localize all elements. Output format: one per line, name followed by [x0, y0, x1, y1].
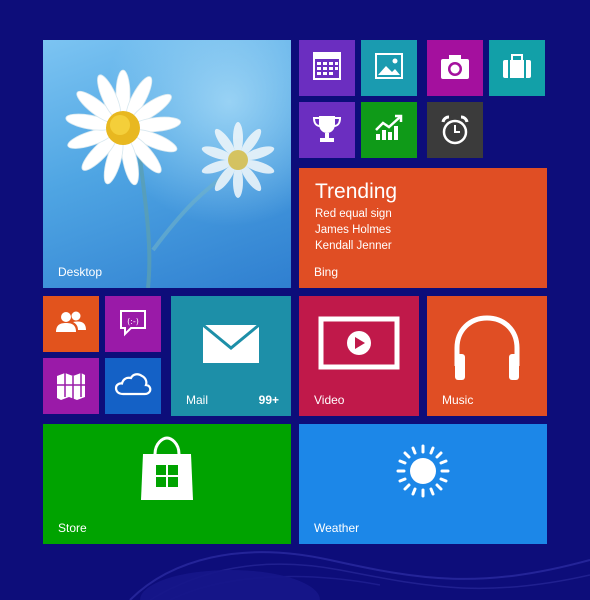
mail-tile[interactable]: Mail 99+: [171, 296, 291, 416]
weather-tile-label: Weather: [314, 521, 360, 535]
calendar-icon: [313, 52, 341, 80]
music-tile-label: Music: [442, 393, 474, 407]
messaging-tile[interactable]: (:-): [105, 296, 161, 352]
skydrive-tile[interactable]: [105, 358, 161, 414]
maps-icon: [57, 373, 85, 400]
video-tile[interactable]: Video: [299, 296, 419, 416]
desktop-tile-label: Desktop: [58, 265, 103, 279]
mail-unread-count: 99+: [258, 393, 279, 407]
mail-tile-label: Mail: [186, 393, 209, 407]
people-tile[interactable]: [43, 296, 99, 352]
trending-item: James Holmes: [315, 224, 392, 236]
music-tile[interactable]: Music: [427, 296, 547, 416]
travel-tile[interactable]: [489, 40, 545, 96]
trending-item: Red equal sign: [315, 208, 392, 220]
finance-icon: [375, 114, 403, 140]
people-icon: [56, 311, 86, 332]
video-tile-label: Video: [314, 393, 345, 407]
trending-title: Trending: [315, 180, 398, 203]
alarms-tile[interactable]: [427, 102, 483, 158]
camera-tile[interactable]: [427, 40, 483, 96]
store-tile[interactable]: Store: [43, 424, 291, 544]
svg-text:(:-): (:-): [127, 317, 139, 326]
photos-tile[interactable]: [361, 40, 417, 96]
maps-tile[interactable]: [43, 358, 99, 414]
bing-tile-label: Bing: [314, 265, 339, 279]
weather-tile[interactable]: Weather: [299, 424, 547, 544]
alarm-clock-icon: [441, 115, 469, 145]
trending-list: Red equal sign James Holmes Kendall Jenn…: [315, 206, 392, 254]
store-tile-label: Store: [58, 521, 87, 535]
cloud-icon: [114, 373, 152, 396]
photos-icon: [375, 53, 403, 79]
camera-icon: [441, 55, 469, 79]
desktop-tile[interactable]: Desktop: [43, 40, 291, 288]
daisy-wallpaper-image: [43, 40, 291, 288]
calendar-tile[interactable]: [299, 40, 355, 96]
sports-tile[interactable]: [299, 102, 355, 158]
finance-tile[interactable]: [361, 102, 417, 158]
travel-icon: [503, 54, 531, 78]
messaging-icon: (:-): [120, 310, 146, 337]
trending-item: Kendall Jenner: [315, 240, 392, 252]
trophy-icon: [312, 116, 342, 142]
bing-tile[interactable]: Trending Red equal sign James Holmes Ken…: [299, 168, 547, 288]
